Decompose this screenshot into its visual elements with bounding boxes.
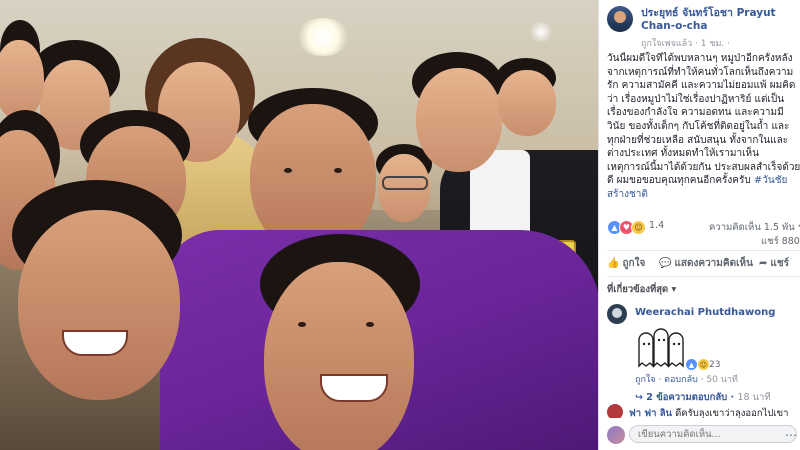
comment-button[interactable]: 💬 แสดงความคิดเห็น — [659, 256, 753, 271]
commenter-name[interactable]: ฟา ฟา ลิน — [629, 408, 672, 418]
page-name[interactable]: ประยุทธ์ จันทร์โอชา Prayut Chan-o-cha — [641, 7, 800, 33]
comment-label: แสดงความคิดเห็น — [674, 258, 753, 269]
eye — [284, 168, 292, 173]
person-face — [0, 40, 44, 120]
comment-item: ฟา ฟา ลิน ดีครับลุงเขาว่าลุงออกไปเขา — [607, 404, 800, 418]
post-meta: ถูกใจเพจแล้ว · 1 ชม. · — [641, 39, 731, 49]
boy-front-left-face — [18, 210, 180, 400]
eye — [334, 168, 342, 173]
like-label: ถูกใจ — [622, 258, 646, 269]
share-label: แชร์ — [770, 258, 789, 269]
share-arrow-icon: ➦ — [759, 258, 768, 269]
share-button[interactable]: ➦ แชร์ — [759, 256, 789, 271]
comment-time[interactable]: 50 นาที — [706, 375, 737, 385]
thumbs-up-icon: 👍 — [607, 258, 620, 269]
like-button[interactable]: 👍 ถูกใจ — [607, 256, 645, 271]
post-actions: 👍 ถูกใจ 💬 แสดงความคิดเห็น ➦ แชร์ — [607, 254, 800, 274]
divider — [607, 250, 800, 251]
commenter-avatar[interactable] — [607, 304, 627, 324]
reactions-bar: ▲ ♥ ☺ 1.4 ความคิดเห็น 1.5 พัน รายการ แชร… — [607, 218, 800, 248]
comment-text: ดีครับลุงเขาว่าลุงออกไปเขา — [675, 408, 789, 418]
glasses — [382, 176, 428, 190]
replies-label: 2 ข้อความตอบกลับ — [646, 392, 728, 403]
reply-arrow-icon: ↪ — [635, 392, 643, 403]
eye — [298, 322, 306, 327]
person-face — [498, 70, 556, 136]
comment-reactions[interactable]: ▲ ☺ 23 — [685, 358, 720, 371]
comment-reply-link[interactable]: ตอบกลับ — [664, 375, 698, 385]
page-avatar[interactable] — [607, 6, 633, 32]
post-body: วันนี้ผมดีใจที่ได้พบหลานๆ หมูป่าอีกครั้ง… — [607, 52, 800, 202]
comment-reaction-count: 23 — [709, 359, 721, 370]
comment-input[interactable] — [629, 425, 797, 443]
post-header: ประยุทธ์ จันทร์โอชา Prayut Chan-o-cha ถู… — [607, 6, 800, 49]
post-sidebar: ประยุทธ์ จันทร์โอชา Prayut Chan-o-cha ถู… — [598, 0, 800, 450]
commenter-name[interactable]: Weerachai Phutdhawong — [635, 307, 775, 318]
comment-like-link[interactable]: ถูกใจ — [635, 375, 656, 385]
comment-bubble-icon: 💬 — [659, 258, 672, 269]
comment-composer: ⋯ — [607, 424, 800, 446]
more-options-icon[interactable]: ⋯ — [785, 428, 797, 442]
boy-front-face — [264, 262, 414, 450]
reaction-count[interactable]: 1.4 — [649, 220, 664, 231]
user-avatar — [607, 426, 625, 444]
ghost-sticker-icon — [638, 328, 684, 368]
smile — [62, 330, 128, 356]
comment-sort-dropdown[interactable]: ที่เกี่ยวข้องที่สุด ▾ — [607, 282, 676, 297]
comment-links: ถูกใจ · ตอบกลับ · 50 นาที — [635, 375, 738, 385]
commenter-avatar[interactable] — [607, 404, 623, 418]
post-body-text: วันนี้ผมดีใจที่ได้พบหลานๆ หมูป่าอีกครั้ง… — [607, 53, 800, 187]
share-count[interactable]: แชร์ 880 ครั้ง — [761, 234, 800, 249]
post-photo[interactable]: 038 — [0, 0, 598, 450]
ceiling-light-small — [528, 22, 554, 42]
divider — [607, 276, 800, 277]
haha-reaction-icon: ☺ — [631, 220, 646, 235]
replies-time: 18 นาที — [737, 392, 771, 403]
comment-count[interactable]: ความคิดเห็น 1.5 พัน รายการ — [709, 220, 800, 235]
view-replies-link[interactable]: ↪ 2 ข้อความตอบกลับ · 18 นาที — [635, 390, 771, 405]
reaction-icons[interactable]: ▲ ♥ ☺ — [607, 220, 646, 235]
comment-text-row: ฟา ฟา ลิน ดีครับลุงเขาว่าลุงออกไปเขา — [629, 406, 788, 418]
eye — [366, 322, 374, 327]
ceiling-light — [296, 18, 350, 56]
boy-right-face — [416, 68, 502, 172]
smile — [320, 374, 388, 402]
